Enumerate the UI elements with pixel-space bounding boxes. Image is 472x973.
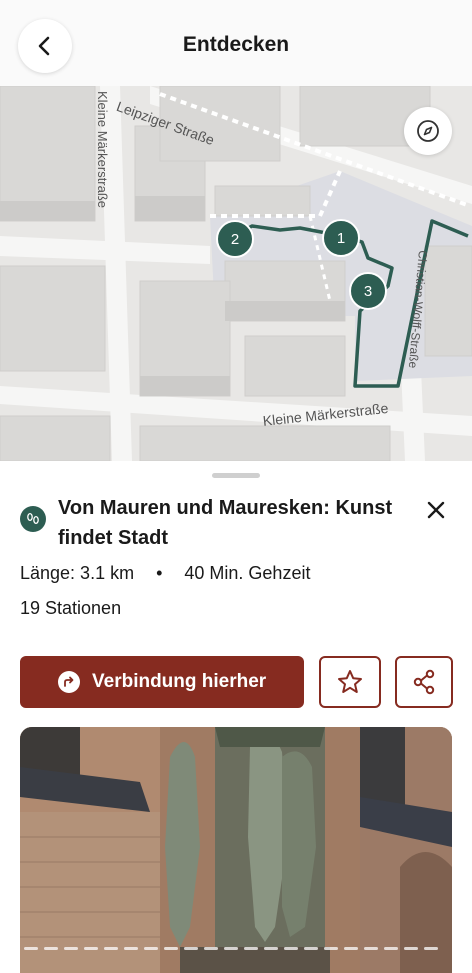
compass-button[interactable] <box>404 107 452 155</box>
station-marker-2[interactable]: 2 <box>216 220 254 258</box>
sheet-drag-handle[interactable] <box>212 473 260 478</box>
share-icon <box>413 669 435 695</box>
turn-right-arrow-icon <box>58 671 80 693</box>
route-length: Länge: 3.1 km <box>20 563 135 583</box>
meta-separator: • <box>156 563 163 583</box>
route-duration: 40 Min. Gehzeit <box>184 563 311 583</box>
map-view[interactable]: Leipziger Straße Kleine Märkerstraße Kle… <box>0 86 472 461</box>
route-stations-count: 19 Stationen <box>20 598 122 618</box>
footsteps-icon <box>20 506 46 532</box>
star-icon <box>338 670 362 693</box>
close-button[interactable] <box>420 494 452 526</box>
app-header: Entdecken <box>0 0 472 86</box>
route-photo[interactable] <box>20 727 452 973</box>
photo-pager-indicator <box>24 947 438 950</box>
station-marker-1[interactable]: 1 <box>322 219 360 257</box>
station-marker-3[interactable]: 3 <box>349 272 387 310</box>
connection-button-label: Verbindung hierher <box>92 671 267 692</box>
share-button[interactable] <box>395 656 453 708</box>
route-meta: Länge: 3.1 km • 40 Min. Gehzeit <box>20 563 310 584</box>
compass-icon <box>417 120 439 142</box>
page-title: Entdecken <box>182 33 290 56</box>
map-canvas[interactable] <box>0 86 472 461</box>
favorite-button[interactable] <box>319 656 381 708</box>
route-detail-sheet: Von Mauren und Mauresken: Kunst findet S… <box>0 461 472 973</box>
connection-button[interactable]: Verbindung hierher <box>20 656 304 708</box>
street-label-kleine-maerker-vertical: Kleine Märkerstraße <box>95 91 110 209</box>
route-title: Von Mauren und Mauresken: Kunst findet S… <box>58 497 393 549</box>
close-icon <box>427 501 445 519</box>
